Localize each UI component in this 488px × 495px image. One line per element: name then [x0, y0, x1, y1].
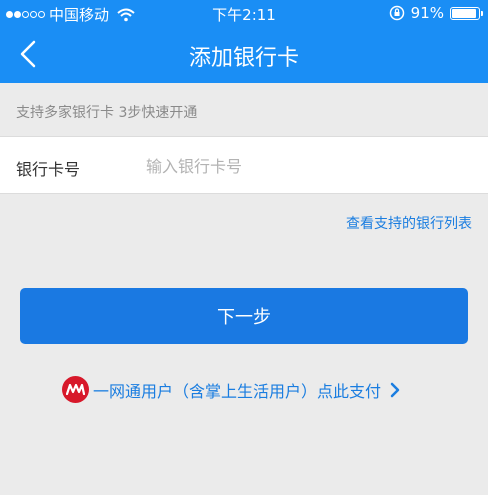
- chevron-right-icon: [390, 382, 400, 397]
- card-number-label: 银行卡号: [16, 160, 81, 179]
- yiwangtong-pay-text: 一网通用户（含掌上生活用户）点此支付: [93, 381, 382, 401]
- supported-banks-link[interactable]: 查看支持的银行列表: [346, 213, 472, 233]
- next-step-button[interactable]: 下一步: [20, 288, 468, 344]
- app-header: 中国移动 下午2:11 91% 添加银行卡: [0, 0, 488, 83]
- page-title: 添加银行卡: [188, 46, 299, 71]
- yiwangtong-logo-mark: [66, 384, 85, 395]
- yiwangtong-logo-icon: [62, 376, 89, 403]
- rotation-lock-icon: [389, 5, 404, 21]
- status-bar: 中国移动 下午2:11 91%: [0, 0, 488, 28]
- battery-fill: [452, 8, 476, 18]
- battery-icon: [450, 6, 483, 20]
- card-number-row: 银行卡号: [0, 136, 488, 194]
- card-number-input[interactable]: [146, 149, 466, 183]
- nav-bar: 添加银行卡: [0, 28, 488, 83]
- notice-banner: 支持多家银行卡 3步快速开通: [0, 83, 488, 136]
- notice-text: 支持多家银行卡 3步快速开通: [16, 105, 198, 121]
- battery-percent: 91%: [410, 4, 444, 22]
- status-right: 91%: [389, 4, 483, 22]
- yiwangtong-pay-link[interactable]: 一网通用户（含掌上生活用户）点此支付: [62, 376, 401, 403]
